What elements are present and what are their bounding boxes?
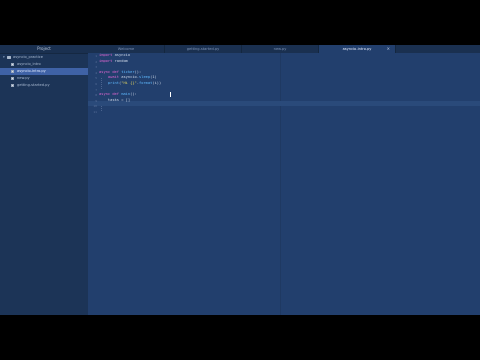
line-number: 1 <box>95 54 97 58</box>
current-line-highlight <box>88 100 480 107</box>
close-icon[interactable]: × <box>387 45 390 53</box>
code-line: print("Hi {}".format(i)) <box>107 81 162 85</box>
tab-label: new.py <box>273 47 287 51</box>
line-number: 2 <box>95 59 97 64</box>
tree-item-label: asyncio-intro.py <box>17 69 46 73</box>
line-number: 6 <box>95 82 97 86</box>
editor-window: Project ▾ asyncio_practice asyncio_intro… <box>0 45 480 315</box>
line-number: 8 <box>95 93 97 98</box>
tree-file-getting-started-py[interactable]: getting-started.py <box>0 82 88 89</box>
tree-folder-asyncio-practice[interactable]: ▾ asyncio_practice <box>0 54 88 61</box>
tab-label: getting-started.py <box>186 47 220 51</box>
tab-asyncio-intro[interactable]: asyncio-intro.py × <box>319 45 396 53</box>
line-number: 7 <box>95 87 97 92</box>
code-editor[interactable]: 1 2 3 4 5 6 7 8 9 10 11 import asyncio i… <box>88 53 480 315</box>
tab-label: Welcome <box>117 47 135 51</box>
tree-file-asyncio-intro[interactable]: asyncio_intro <box>0 61 88 68</box>
line-number: 5 <box>95 76 97 81</box>
line-number: 9 <box>95 98 97 103</box>
line-number: 4 <box>95 70 97 75</box>
indent-guide <box>101 106 102 111</box>
tree-file-new-py[interactable]: new.py <box>0 75 88 82</box>
tab-bar: Welcome getting-started.py new.py asynci… <box>88 45 480 53</box>
tree-file-asyncio-intro-py[interactable]: asyncio-intro.py <box>0 68 88 75</box>
wrap-guide <box>280 53 281 315</box>
tab-getting-started[interactable]: getting-started.py <box>165 45 242 53</box>
sidebar-title: Project <box>0 45 88 54</box>
code-line: tasks = [] <box>107 97 131 102</box>
tree-item-label: getting-started.py <box>17 83 50 87</box>
line-number: 3 <box>95 65 97 70</box>
code-line: import random <box>99 58 128 63</box>
file-icon <box>11 62 14 67</box>
tab-label: asyncio-intro.py <box>342 47 372 51</box>
chevron-down-icon[interactable]: ▾ <box>3 54 5 61</box>
tab-new[interactable]: new.py <box>242 45 319 53</box>
folder-icon <box>7 56 12 60</box>
file-icon <box>11 83 14 88</box>
tree-item-label: asyncio_practice <box>13 55 43 59</box>
mouse-ibeam-cursor <box>170 91 171 97</box>
line-number-gutter: 1 2 3 4 5 6 7 8 9 10 11 <box>88 53 98 315</box>
line-number: 10 <box>93 104 97 109</box>
file-icon <box>11 76 14 81</box>
tree-item-label: new.py <box>17 76 30 80</box>
line-number: 11 <box>93 110 97 114</box>
tab-welcome[interactable]: Welcome <box>88 45 165 53</box>
file-icon <box>11 69 14 74</box>
project-sidebar: Project ▾ asyncio_practice asyncio_intro… <box>0 45 88 315</box>
tree-item-label: asyncio_intro <box>17 62 41 66</box>
